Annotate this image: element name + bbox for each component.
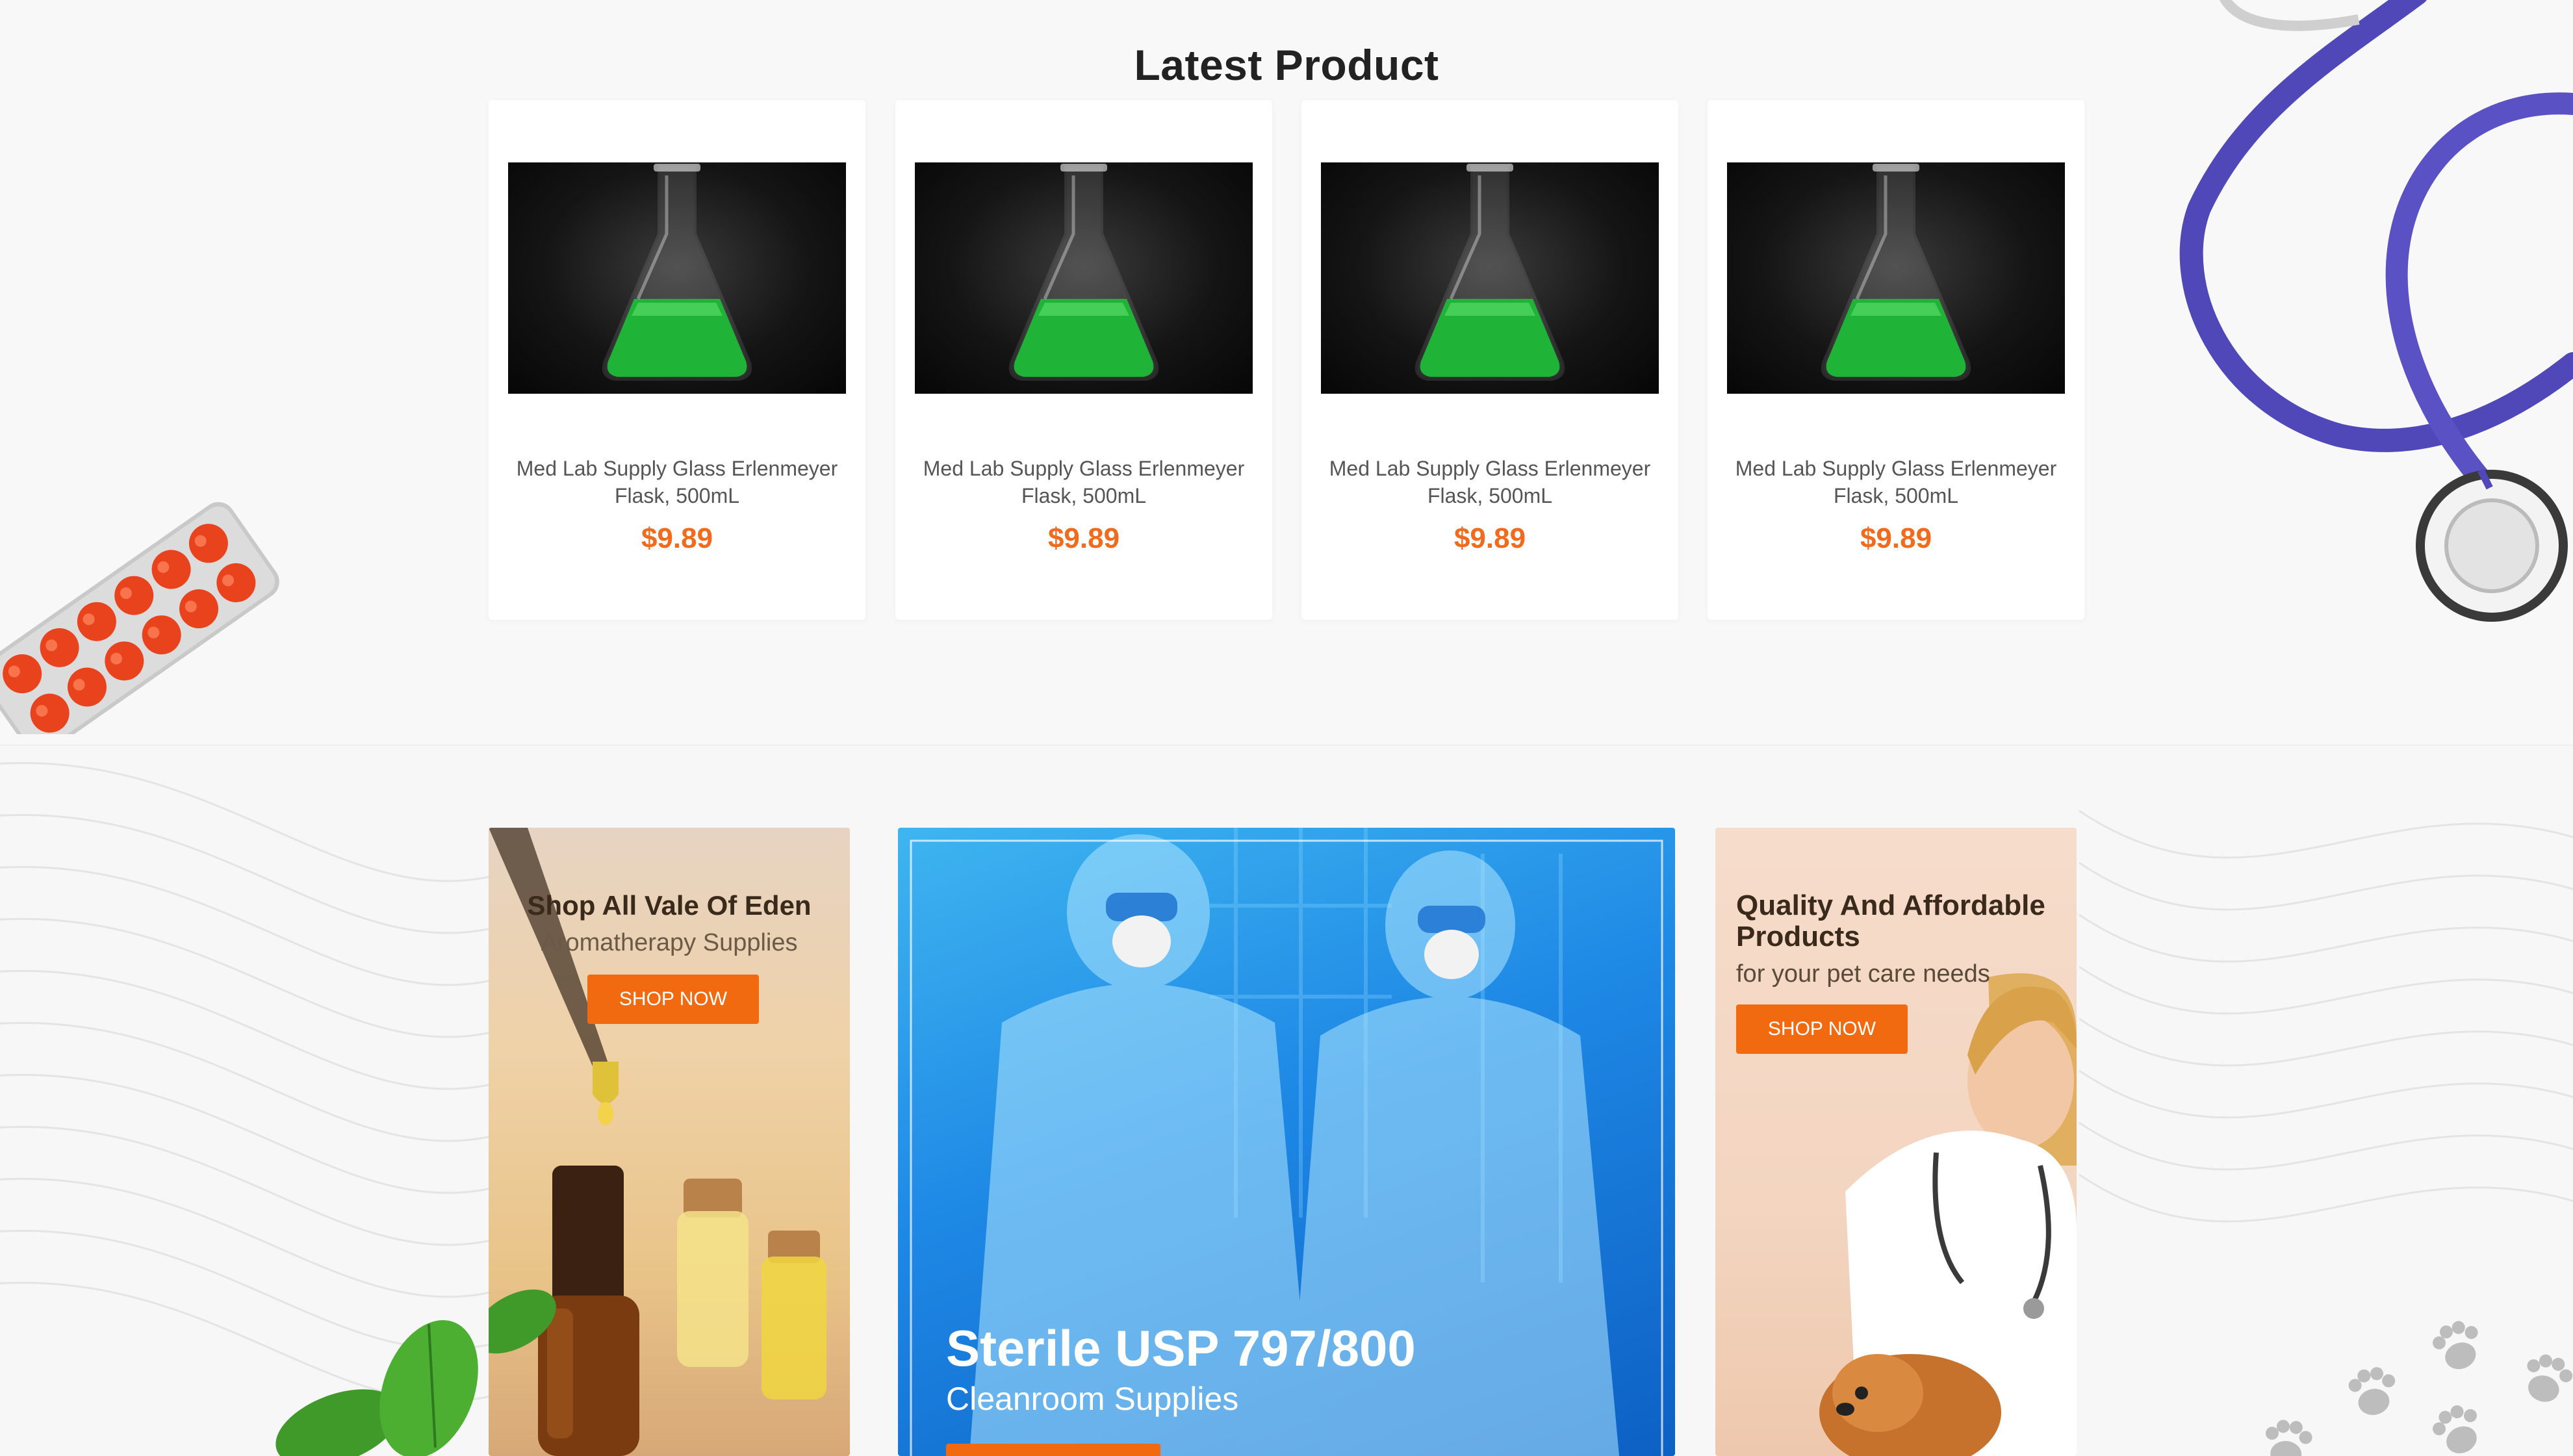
erlenmeyer-flask-icon [1415, 164, 1565, 381]
product-image[interactable] [1727, 162, 2065, 394]
pill-blister-icon [0, 502, 279, 734]
shop-now-button[interactable]: SHOP NOW [587, 975, 759, 1024]
product-card[interactable]: Med Lab Supply Glass Erlenmeyer Flask, 5… [489, 100, 865, 620]
section-title: Latest Product [1134, 41, 1439, 90]
banner-title: Quality And Affordable Products [1736, 889, 2045, 952]
product-image[interactable] [1321, 162, 1659, 394]
basil-leaf-icon [275, 1320, 478, 1456]
product-title[interactable]: Med Lab Supply Glass Erlenmeyer Flask, 5… [502, 455, 852, 509]
product-image[interactable] [915, 162, 1253, 394]
erlenmeyer-flask-icon [1008, 164, 1159, 381]
banner-button[interactable] [946, 1444, 1160, 1456]
product-price: $9.89 [1860, 522, 1932, 554]
aromatherapy-banner[interactable]: Shop All Vale Of Eden Aromatherapy Suppl… [489, 828, 850, 1456]
paw-print-icon [2265, 1321, 2573, 1456]
product-price: $9.89 [641, 522, 713, 554]
banner-title: Sterile USP 797/800 [946, 1320, 1416, 1377]
banner-subtitle: Aromatherapy Supplies [541, 929, 798, 956]
erlenmeyer-flask-icon [602, 164, 752, 381]
shop-now-button[interactable]: SHOP NOW [1736, 1004, 1908, 1054]
stethoscope-icon [2179, 0, 2573, 622]
banner-subtitle: Cleanroom Supplies [946, 1381, 1239, 1417]
product-title[interactable]: Med Lab Supply Glass Erlenmeyer Flask, 5… [1721, 455, 2071, 509]
petcare-banner[interactable]: Quality And Affordable Products for your… [1715, 828, 2077, 1456]
product-card[interactable]: Med Lab Supply Glass Erlenmeyer Flask, 5… [1301, 100, 1678, 620]
product-image[interactable] [508, 162, 846, 394]
banner-title: Shop All Vale Of Eden [527, 890, 812, 921]
essential-oil-bottle-icon [489, 828, 826, 1456]
banner-subtitle: for your pet care needs [1736, 960, 1990, 988]
erlenmeyer-flask-icon [1821, 164, 1971, 381]
product-title[interactable]: Med Lab Supply Glass Erlenmeyer Flask, 5… [1314, 455, 1665, 509]
cleanroom-banner[interactable]: Sterile USP 797/800 Cleanroom Supplies [898, 828, 1675, 1456]
product-price: $9.89 [1047, 522, 1120, 554]
product-price: $9.89 [1453, 522, 1526, 554]
product-card[interactable]: Med Lab Supply Glass Erlenmeyer Flask, 5… [1708, 100, 2084, 620]
product-card[interactable]: Med Lab Supply Glass Erlenmeyer Flask, 5… [895, 100, 1272, 620]
product-title[interactable]: Med Lab Supply Glass Erlenmeyer Flask, 5… [908, 455, 1259, 509]
